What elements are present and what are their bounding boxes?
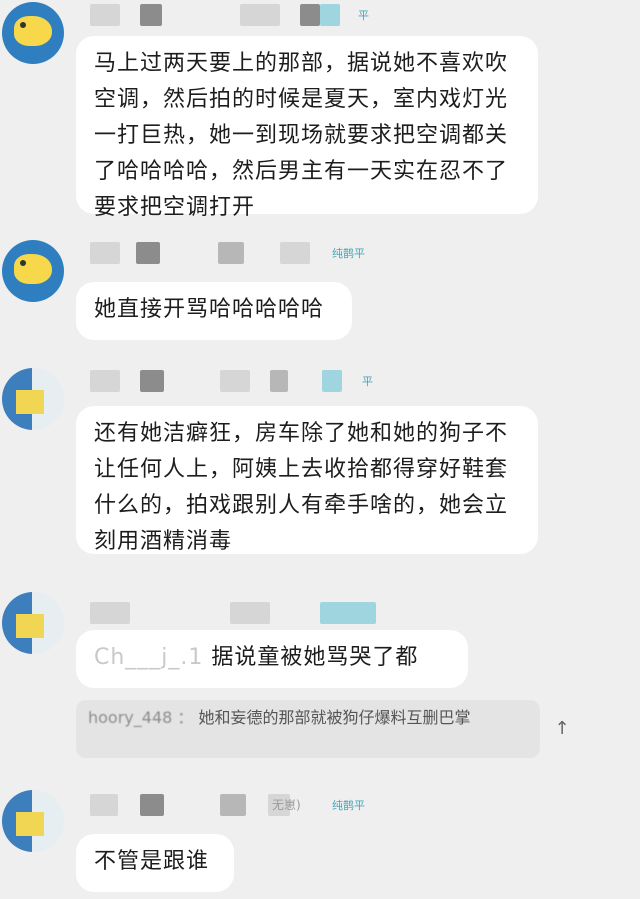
message-bubble: 马上过两天要上的那部，据说她不喜欢吹空调，然后拍的时候是夏天，室内戏灯光一打巨热…	[76, 36, 538, 220]
avatar[interactable]	[2, 2, 64, 64]
message-bubble: Ch___j_.1 据说童被她骂哭了都	[76, 630, 468, 688]
sender-tag: 平	[362, 375, 373, 388]
message-text: 不管是跟谁	[94, 849, 210, 874]
sender-name: 无崽) 纯鹊平	[80, 794, 400, 816]
sender-name: 平	[80, 4, 380, 26]
up-arrow-icon[interactable]: ↑	[548, 715, 576, 743]
message-text: 据说童被她骂哭了都	[211, 645, 419, 670]
quoted-message[interactable]: hoory_448 ： 她和妄德的那部就被狗仔爆料互删巴掌	[76, 700, 540, 758]
avatar[interactable]	[2, 592, 64, 654]
avatar[interactable]	[2, 240, 64, 302]
sender-name: 纯鹊平	[80, 242, 400, 264]
reply-mention: Ch___j_.1	[94, 645, 212, 670]
duck-avatar-icon	[14, 16, 52, 46]
message-bubble: 还有她洁癖狂，房车除了她和她的狗子不让任何人上，阿姨上去收拾都得穿好鞋套什么的，…	[76, 406, 538, 554]
message-text: 马上过两天要上的那部，据说她不喜欢吹空调，然后拍的时候是夏天，室内戏灯光一打巨热…	[94, 51, 509, 220]
sender-faint-name: 无崽)	[272, 798, 301, 812]
quoted-sender: hoory_448 ：	[88, 708, 199, 727]
message-bubble: 她直接开骂哈哈哈哈哈	[76, 282, 352, 340]
message-text: 她直接开骂哈哈哈哈哈	[94, 297, 325, 322]
avatar[interactable]	[2, 368, 64, 430]
sender-name	[80, 602, 400, 624]
quoted-text: 她和妄德的那部就被狗仔爆料互删巴掌	[198, 708, 471, 727]
avatar[interactable]	[2, 790, 64, 852]
sender-tag: 平	[358, 9, 369, 22]
message-bubble: 不管是跟谁	[76, 834, 234, 892]
sender-tag: 纯鹊平	[332, 247, 365, 260]
sender-name: 平	[80, 370, 380, 392]
sender-tag: 纯鹊平	[332, 799, 365, 812]
duck-avatar-icon	[14, 254, 52, 284]
message-text: 还有她洁癖狂，房车除了她和她的狗子不让任何人上，阿姨上去收拾都得穿好鞋套什么的，…	[94, 421, 509, 554]
